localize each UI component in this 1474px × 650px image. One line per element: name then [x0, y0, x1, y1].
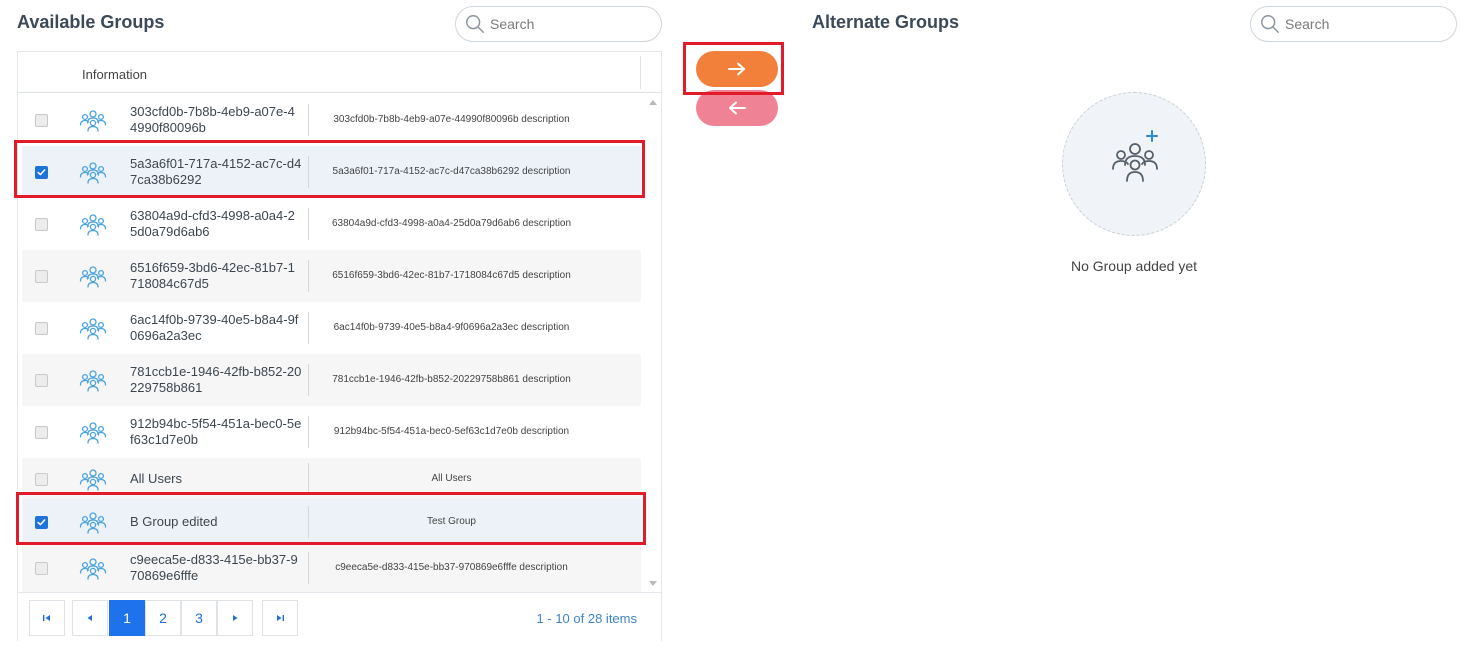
alternate-groups-title: Alternate Groups: [812, 12, 960, 32]
column-header-information[interactable]: Information: [82, 67, 147, 82]
arrow-right-icon: [728, 62, 745, 76]
table-row[interactable]: 912b94bc-5f54-451a-bec0-5ef63c1d7e0b 912b…: [22, 406, 641, 458]
last-page-icon: [277, 615, 284, 621]
next-page-icon: [233, 615, 238, 621]
user-group-icon: [79, 467, 107, 491]
empty-state-text: No Group added yet: [1070, 258, 1198, 274]
table-row[interactable]: All Users All Users: [22, 458, 641, 499]
group-name: 912b94bc-5f54-451a-bec0-5ef63c1d7e0b: [130, 416, 302, 447]
group-name: 781ccb1e-1946-42fb-b852-20229758b861: [130, 364, 302, 395]
user-group-icon: [79, 160, 107, 184]
user-group-icon: [79, 316, 107, 340]
prev-page-icon: [87, 615, 92, 621]
alternate-search-input[interactable]: [1285, 16, 1435, 32]
table-row[interactable]: 63804a9d-cfd3-4998-a0a4-25d0a79d6ab6 6380…: [22, 198, 641, 250]
available-search-input[interactable]: [490, 16, 640, 32]
table-row[interactable]: 781ccb1e-1946-42fb-b852-20229758b861 781c…: [22, 354, 641, 406]
group-description: 63804a9d-cfd3-4998-a0a4-25d0a79d6ab6 des…: [331, 218, 572, 229]
row-checkbox[interactable]: [35, 218, 48, 231]
group-name: All Users: [130, 471, 183, 486]
group-name: 6516f659-3bd6-42ec-81b7-1718084c67d5: [130, 260, 295, 291]
row-checkbox[interactable]: [35, 322, 48, 335]
scroll-up-arrow-icon[interactable]: [649, 100, 657, 105]
group-description: 912b94bc-5f54-451a-bec0-5ef63c1d7e0b des…: [333, 426, 570, 437]
group-description: c9eeca5e-d833-415e-bb37-970869e6fffe des…: [335, 562, 568, 573]
row-checkbox[interactable]: [35, 114, 48, 127]
pager-prev-button[interactable]: [72, 600, 108, 636]
pager-page-button[interactable]: 1: [109, 600, 145, 636]
user-group-icon: [79, 556, 107, 580]
row-checkbox[interactable]: [35, 516, 48, 529]
grid-header: Information: [18, 52, 661, 93]
group-name: B Group edited: [130, 514, 218, 529]
table-row[interactable]: 303cfd0b-7b8b-4eb9-a07e-44990f80096b 303c…: [22, 94, 641, 146]
row-checkbox[interactable]: [35, 270, 48, 283]
available-groups-grid: Information 303cfd0b-7b8b-4eb9-a07e-4499…: [17, 51, 662, 641]
table-row[interactable]: 6ac14f0b-9739-40e5-b8a4-9f0696a2a3ec 6ac1…: [22, 302, 641, 354]
group-description: 5a3a6f01-717a-4152-ac7c-d47ca38b6292 des…: [332, 166, 571, 177]
table-row[interactable]: 6516f659-3bd6-42ec-81b7-1718084c67d5 6516…: [22, 250, 641, 302]
user-group-icon: [79, 420, 107, 444]
search-icon: [1261, 15, 1279, 33]
user-group-icon: [79, 368, 107, 392]
group-name: 63804a9d-cfd3-4998-a0a4-25d0a79d6ab6: [130, 208, 295, 239]
table-row[interactable]: c9eeca5e-d833-415e-bb37-970869e6fffe c9ee…: [22, 544, 641, 592]
user-group-icon: [79, 108, 107, 132]
pager-last-button[interactable]: [262, 600, 298, 636]
move-to-alternate-button[interactable]: [696, 51, 778, 87]
group-name: 5a3a6f01-717a-4152-ac7c-d47ca38b6292: [130, 156, 302, 187]
available-search-box[interactable]: [455, 6, 662, 42]
user-group-icon: [79, 264, 107, 288]
available-groups-title: Available Groups: [17, 12, 165, 32]
arrow-left-icon: [729, 101, 746, 115]
row-checkbox[interactable]: [35, 166, 48, 179]
group-name: 303cfd0b-7b8b-4eb9-a07e-44990f80096b: [130, 104, 295, 135]
pager-first-button[interactable]: [29, 600, 65, 636]
first-page-icon: [43, 615, 50, 621]
user-group-icon: [79, 212, 107, 236]
row-checkbox[interactable]: [35, 374, 48, 387]
row-checkbox[interactable]: [35, 426, 48, 439]
pager-page-button[interactable]: 3: [181, 600, 217, 636]
add-group-icon: [1112, 130, 1158, 182]
pager: 123 1 - 10 of 28 items: [18, 592, 661, 642]
group-description: 781ccb1e-1946-42fb-b852-20229758b861 des…: [332, 374, 571, 385]
user-group-icon: [79, 510, 107, 534]
group-description: 6ac14f0b-9739-40e5-b8a4-9f0696a2a3ec des…: [333, 322, 570, 333]
grid-scrollbar[interactable]: [645, 94, 661, 592]
scroll-down-arrow-icon[interactable]: [649, 581, 657, 586]
pager-page-button[interactable]: 2: [145, 600, 181, 636]
group-description: All Users: [431, 473, 472, 484]
pager-next-button[interactable]: [217, 600, 253, 636]
row-checkbox[interactable]: [35, 562, 48, 575]
table-row[interactable]: 5a3a6f01-717a-4152-ac7c-d47ca38b6292 5a3a…: [22, 146, 641, 198]
group-description: 303cfd0b-7b8b-4eb9-a07e-44990f80096b des…: [333, 114, 570, 125]
group-name: c9eeca5e-d833-415e-bb37-970869e6fffe: [130, 552, 298, 583]
table-row[interactable]: B Group edited Test Group: [22, 499, 641, 544]
alternate-search-box[interactable]: [1250, 6, 1457, 42]
move-to-available-button[interactable]: [696, 90, 778, 126]
group-name: 6ac14f0b-9739-40e5-b8a4-9f0696a2a3ec: [130, 312, 299, 343]
row-checkbox[interactable]: [35, 473, 48, 486]
grid-rows: 303cfd0b-7b8b-4eb9-a07e-44990f80096b 303c…: [22, 94, 645, 592]
pager-info: 1 - 10 of 28 items: [536, 611, 637, 626]
group-description: 6516f659-3bd6-42ec-81b7-1718084c67d5 des…: [332, 270, 571, 281]
empty-state-illustration: [1062, 92, 1206, 236]
search-icon: [466, 15, 484, 33]
group-description: Test Group: [427, 516, 476, 527]
